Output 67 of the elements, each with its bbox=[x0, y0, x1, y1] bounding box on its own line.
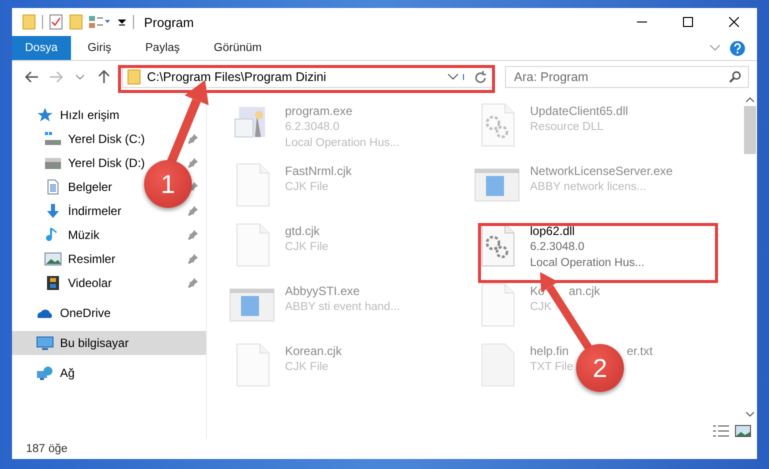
file-detail: Resource DLL bbox=[530, 120, 604, 135]
image-icon bbox=[44, 251, 62, 267]
file-detail: CJK File bbox=[285, 180, 328, 195]
file-detail: CJK File bbox=[285, 240, 328, 255]
new-folder-icon bbox=[69, 14, 83, 30]
scrollbar[interactable] bbox=[743, 97, 757, 417]
properties-icon[interactable] bbox=[49, 14, 63, 30]
star-icon bbox=[36, 107, 54, 123]
large-icons-view-icon[interactable] bbox=[735, 425, 751, 437]
network-icon bbox=[36, 365, 54, 381]
sidebar-item[interactable]: İndirmeler bbox=[44, 203, 122, 219]
file-detail: 6.2.3048.0 bbox=[530, 240, 584, 255]
download-icon bbox=[44, 203, 62, 219]
file-detail: ABBY sti event hand... bbox=[285, 300, 400, 315]
address-bar[interactable]: C:\Program Files\Program Dizini bbox=[122, 66, 493, 88]
close-icon bbox=[729, 17, 739, 27]
sidebar-item[interactable]: Videolar bbox=[44, 275, 112, 291]
search-icon[interactable] bbox=[729, 71, 741, 83]
ribbon-tab[interactable]: Dosya bbox=[12, 36, 71, 60]
sidebar-item[interactable]: Belgeler bbox=[44, 179, 112, 195]
file-detail: CJK File bbox=[285, 360, 328, 375]
help-icon[interactable] bbox=[730, 40, 745, 56]
sidebar-item[interactable]: Hızlı erişim bbox=[36, 107, 120, 123]
folder-icon bbox=[22, 14, 36, 30]
sidebar-item[interactable]: Ağ bbox=[36, 365, 75, 381]
sidebar-item[interactable]: OneDrive bbox=[36, 305, 111, 321]
ribbon-tab[interactable]: Paylaş bbox=[128, 36, 197, 60]
refresh-icon[interactable] bbox=[475, 70, 487, 84]
film-icon bbox=[44, 275, 62, 291]
ribbon-tab[interactable]: Görünüm bbox=[196, 36, 279, 60]
folder-icon bbox=[127, 69, 141, 85]
pin-icon[interactable] bbox=[188, 158, 198, 168]
recent-locations-icon[interactable] bbox=[76, 74, 84, 80]
view-options-icon[interactable] bbox=[89, 15, 111, 29]
file-detail: Local Operation Hus... bbox=[285, 136, 400, 151]
pin-icon[interactable] bbox=[188, 206, 198, 216]
sidebar-item[interactable]: Yerel Disk (C:) bbox=[44, 131, 145, 147]
sidebar-item[interactable]: Müzik bbox=[44, 227, 100, 243]
up-icon[interactable] bbox=[98, 70, 110, 84]
maximize-icon bbox=[683, 17, 693, 27]
sidebar-item[interactable]: Yerel Disk (D:) bbox=[44, 155, 145, 171]
scroll-thumb[interactable] bbox=[744, 106, 756, 154]
scroll-down-icon[interactable] bbox=[746, 412, 754, 417]
item-count: 187 öğe bbox=[26, 443, 68, 455]
file-detail: ABBY network licens... bbox=[530, 180, 646, 195]
pin-icon[interactable] bbox=[188, 230, 198, 240]
scroll-up-icon[interactable] bbox=[746, 97, 754, 102]
ribbon-tab[interactable]: Giriş bbox=[70, 36, 128, 60]
file-detail: TXT File bbox=[530, 360, 574, 375]
pin-icon[interactable] bbox=[188, 134, 198, 144]
customize-toolbar-icon[interactable] bbox=[117, 17, 127, 27]
file-detail: CJK bbox=[530, 300, 552, 315]
pin-icon[interactable] bbox=[188, 278, 198, 288]
file-detail: 6.2.3048.0 bbox=[285, 120, 340, 135]
expand-ribbon-icon[interactable] bbox=[710, 45, 720, 51]
pin-icon[interactable] bbox=[188, 254, 198, 264]
drive-icon bbox=[44, 131, 62, 147]
monitor-icon bbox=[36, 335, 54, 351]
back-icon[interactable] bbox=[25, 71, 39, 83]
file-name[interactable]: lop62.dll bbox=[530, 223, 575, 239]
sidebar-item[interactable]: Resimler bbox=[44, 251, 116, 267]
details-view-icon[interactable] bbox=[713, 425, 729, 437]
file-detail: Local Operation Hus... bbox=[530, 256, 644, 271]
window-title: Program bbox=[144, 14, 194, 30]
drive-icon bbox=[44, 155, 62, 171]
dropdown-icon[interactable] bbox=[448, 74, 458, 80]
search-field[interactable]: Ara: Program bbox=[505, 66, 749, 88]
